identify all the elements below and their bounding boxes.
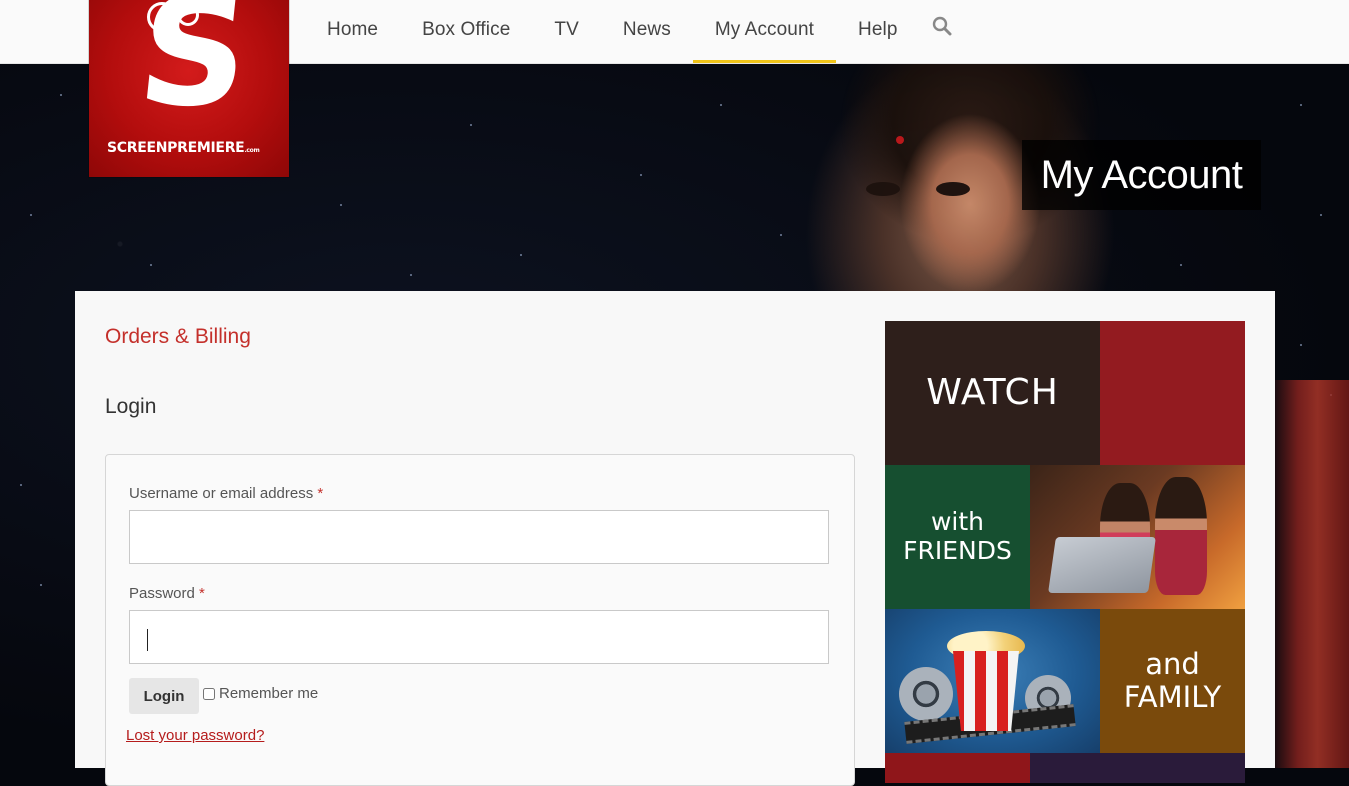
username-label: Username or email address * xyxy=(129,485,324,502)
password-label: Password * xyxy=(129,585,205,602)
password-input[interactable] xyxy=(129,610,829,664)
search-icon[interactable] xyxy=(920,0,952,52)
promo-friends-line1: with xyxy=(930,507,985,537)
page-title-box: My Account xyxy=(1022,140,1261,210)
main-navigation: Home Box Office TV News My Account Help xyxy=(305,0,952,63)
logo-letter: S xyxy=(130,0,258,140)
promo-tile-friends: with FRIENDS xyxy=(885,465,1030,609)
login-heading: Login xyxy=(105,395,157,418)
promo-family-line1: and xyxy=(1145,646,1200,681)
text-caret xyxy=(147,629,148,651)
promo-watch-text: WATCH xyxy=(926,372,1059,414)
nav-my-account[interactable]: My Account xyxy=(692,0,837,63)
laptop-icon xyxy=(1048,537,1156,593)
nav-help[interactable]: Help xyxy=(836,0,919,63)
promo-tile-bottom-right xyxy=(1030,753,1245,783)
account-content: Orders & Billing Login Username or email… xyxy=(75,291,1275,786)
nav-news[interactable]: News xyxy=(601,0,693,63)
login-button[interactable]: Login xyxy=(129,678,199,714)
hero-saree-image xyxy=(1270,380,1349,768)
remember-me[interactable]: Remember me xyxy=(203,685,318,702)
promo-banner[interactable]: WATCH with FRIENDS and FAMILY xyxy=(885,321,1245,783)
remember-me-checkbox[interactable] xyxy=(203,687,215,700)
logo-wordmark: SCREENPREMIERE.com xyxy=(107,140,260,156)
lost-password-link[interactable]: Lost your password? xyxy=(126,727,264,744)
promo-tile-red xyxy=(1100,321,1245,465)
promo-tile-watch: WATCH xyxy=(885,321,1100,465)
promo-photo-popcorn xyxy=(885,609,1100,753)
popcorn-icon xyxy=(953,651,1019,731)
promo-tile-family: and FAMILY xyxy=(1100,609,1245,753)
film-reel-icon xyxy=(899,667,953,721)
orders-billing-link[interactable]: Orders & Billing xyxy=(105,325,251,349)
remember-me-label: Remember me xyxy=(219,685,319,702)
page-title: My Account xyxy=(1040,152,1243,197)
username-input[interactable] xyxy=(129,510,829,564)
promo-family-line2: FAMILY xyxy=(1123,680,1222,714)
nav-home[interactable]: Home xyxy=(305,0,400,63)
promo-friends-line2: FRIENDS xyxy=(903,536,1012,565)
login-form: Username or email address * Password * L… xyxy=(105,454,855,786)
site-logo[interactable]: S SCREENPREMIERE.com xyxy=(89,0,289,177)
promo-photo-friends xyxy=(1030,465,1245,609)
nav-box-office[interactable]: Box Office xyxy=(400,0,532,63)
nav-tv[interactable]: TV xyxy=(532,0,600,63)
promo-tile-bottom-left xyxy=(885,753,1030,783)
